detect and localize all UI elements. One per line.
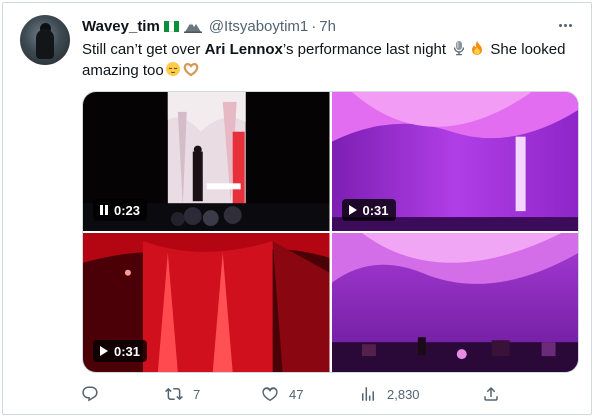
like-count: 47: [289, 386, 304, 402]
play-icon: [348, 205, 357, 215]
tweet-header: Wavey_tim @Itsyaboytim1 · 7h: [82, 16, 336, 36]
tweet-card[interactable]: Wavey_tim @Itsyaboytim1 · 7h Still can’t…: [2, 2, 592, 415]
tweet-text: Still can’t get over Ari Lennox’s perfor…: [82, 39, 582, 81]
retweet-button[interactable]: 7: [165, 385, 200, 403]
mountain-icon: [183, 22, 202, 33]
action-bar: 7 47 2,830: [79, 383, 509, 405]
video-duration-badge[interactable]: 0:31: [93, 340, 148, 362]
user-handle[interactable]: @Itsyaboytim1: [209, 18, 308, 35]
relieved-face-emoji: [165, 62, 180, 76]
play-icon: [100, 346, 108, 356]
video-duration-badge[interactable]: 0:23: [93, 199, 148, 221]
image-tile-4[interactable]: [331, 233, 578, 372]
share-button[interactable]: [482, 385, 500, 403]
reply-button[interactable]: [81, 385, 109, 403]
video-tile-1[interactable]: 0:23: [83, 92, 330, 231]
views-button[interactable]: 2,830: [359, 385, 420, 403]
video-tile-3[interactable]: 0:31: [83, 233, 330, 372]
reply-icon: [82, 386, 98, 402]
tweet-text-part: She looked: [486, 41, 566, 58]
band-stage-photo: [331, 233, 578, 372]
retweet-icon: [165, 387, 183, 401]
view-count: 2,830: [387, 386, 420, 402]
tweet-text-part: ’s performance last night: [282, 41, 451, 58]
tweet-timestamp[interactable]: 7h: [319, 18, 336, 35]
tweet-text-part: amazing too: [82, 62, 164, 79]
heart-icon: [262, 387, 278, 402]
more-dot-icon: [563, 23, 567, 27]
mention-bold: Ari Lennox: [204, 41, 283, 58]
video-duration: 0:31: [362, 202, 389, 218]
video-duration: 0:31: [114, 343, 141, 359]
video-tile-2[interactable]: 0:31: [331, 92, 578, 231]
media-grid: 0:23 0:31 0:31: [82, 91, 579, 373]
avatar[interactable]: [20, 15, 70, 65]
video-duration: 0:23: [114, 202, 141, 218]
avatar-figure: [36, 29, 54, 59]
retweet-count: 7: [193, 386, 201, 402]
separator-dot: ·: [311, 17, 317, 35]
microphone-emoji: [454, 41, 465, 56]
pause-icon: [100, 205, 108, 215]
video-duration-badge[interactable]: 0:31: [341, 199, 396, 221]
nigeria-flag-icon: [163, 20, 179, 32]
heart-hands-emoji: [183, 63, 199, 77]
like-button[interactable]: 47: [261, 385, 303, 403]
fire-emoji: [472, 41, 483, 55]
display-name[interactable]: Wavey_tim: [82, 18, 160, 35]
more-dot-icon: [558, 23, 562, 27]
analytics-icon: [362, 387, 374, 401]
tweet-text-part: Still can’t get over: [82, 41, 205, 58]
more-options-button[interactable]: [554, 15, 576, 35]
more-dot-icon: [568, 23, 572, 27]
share-icon: [484, 386, 498, 401]
